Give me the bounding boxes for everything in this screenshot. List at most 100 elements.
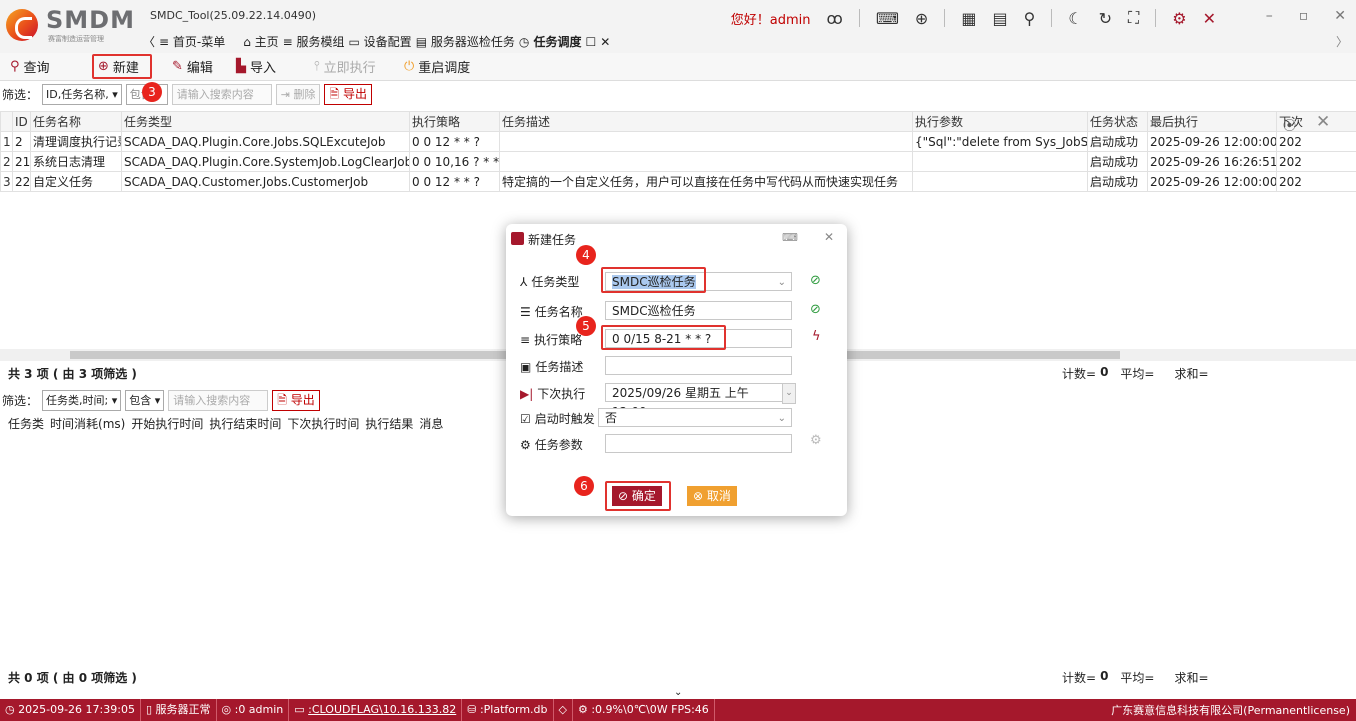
refresh-icon[interactable]: ↻ [1099,9,1112,28]
status-time-value: 2025-09-26 17:39:05 [18,703,135,716]
tab-task-scheduler[interactable]: ◷ 任务调度 [519,33,582,50]
search-input[interactable]: 请输入搜索内容 [168,390,269,411]
cell-last-run: 2025-09-26 12:00:00 [1147,171,1277,192]
close-window-icon[interactable]: ✕ [1334,8,1346,24]
header-result[interactable]: 执行结果 [365,415,413,432]
field-task-name: ☰ 任务名称 [520,303,606,320]
sum-label: 求和= [1174,671,1209,685]
lightning-icon[interactable]: ϟ [812,329,821,344]
dialog-close-icon[interactable]: ✕ [824,230,834,244]
date-dropdown-icon[interactable]: ⌄ [782,383,796,404]
divider [944,9,946,27]
tab-server-inspection[interactable]: ▤ 服务器巡检任务 [416,33,515,50]
expand-chevron-icon[interactable]: ⌄ [674,687,682,698]
delete-filter-button[interactable]: ⇥ 删除 [275,84,321,105]
params-input[interactable] [605,434,792,453]
close-panel-icon[interactable]: ✕ [1316,112,1330,132]
cell-next: 202 [1276,131,1356,152]
cell-task-type: SCADA_DAQ.Plugin.Core.Jobs.SQLExcuteJob [121,131,410,152]
fullscreen-icon[interactable]: ⛶ [1128,8,1139,28]
row-number: 3 [0,171,13,192]
task-name-input[interactable]: SMDC巡检任务 [605,301,792,320]
tab-home[interactable]: ⌂ 主页 [243,33,278,50]
cell-task-name: 系统日志清理 [30,151,122,172]
theme-icon[interactable]: ☾ [1068,9,1082,28]
filter-field-select[interactable]: ID,任务名称, ▾ [42,84,122,105]
params-label: ⚙ 任务参数 [520,436,606,453]
header-last-run[interactable]: 最后执行 [1147,111,1277,132]
task-name-label: ☰ 任务名称 [520,303,606,320]
table-row[interactable]: 1 2 清理调度执行记录 SCADA_DAQ.Plugin.Core.Jobs.… [0,131,1356,152]
restart-label: 重启调度 [418,61,471,76]
header-description[interactable]: 任务描述 [499,111,913,132]
globe-icon[interactable]: ⊕ [915,9,928,28]
next-icon: ▶| [520,386,534,401]
step-badge-4: 4 [576,245,596,265]
tab-back-arrow-icon[interactable]: 〈 [143,33,155,50]
cancel-button[interactable]: ⊗ 取消 [687,486,737,506]
filter-op-select[interactable]: 包含 ▾ [125,390,165,411]
tab-service-modules[interactable]: ≡ 服务模组 [283,33,345,50]
task-type-label-text: 任务类型 [531,275,580,289]
tab-home-menu[interactable]: ≡ 首页-菜单 [159,33,225,50]
trigger-select[interactable]: 否 ⌄ [598,408,792,427]
description-input[interactable] [605,356,792,375]
link-icon[interactable]: ꝏ [827,9,843,28]
tools-icon[interactable]: ✕ [1203,9,1216,28]
search-input[interactable]: 请输入搜索内容 [171,84,272,105]
header-start-time[interactable]: 开始执行时间 [131,415,203,432]
settings-gear-icon[interactable]: ⚙ [810,433,822,448]
keyboard-icon[interactable]: ⌨ [782,231,798,244]
header-id[interactable]: ID [12,111,31,132]
logo-subtitle: 赛富制造运营管理 [48,35,104,43]
calculator-icon[interactable]: ▤ [992,9,1007,28]
maximize-icon[interactable]: ▫ [1299,8,1309,24]
tab-scroll-right-icon[interactable]: 〉 [1336,33,1348,50]
table-row[interactable]: 3 22 自定义任务 SCADA_DAQ.Customer.Jobs.Custo… [0,171,1356,192]
tag-icon[interactable]: ◇ [554,699,573,721]
header-strategy[interactable]: 执行策略 [409,111,500,132]
cell-task-type: SCADA_DAQ.Plugin.Core.SystemJob.LogClear… [121,151,410,172]
tab-restore-icon[interactable]: ☐ [586,35,597,49]
terminal-icon[interactable]: ⌨ [876,9,899,28]
table-row[interactable]: 2 21 系统日志清理 SCADA_DAQ.Plugin.Core.System… [0,151,1356,172]
restart-scheduler-button[interactable]: ⏻ 重启调度 [404,57,470,76]
next-run-label-text: 下次执行 [537,387,586,401]
header-params[interactable]: 执行参数 [912,111,1088,132]
screenshot-icon[interactable]: ⦿ [1283,115,1296,134]
header-status[interactable]: 任务状态 [1087,111,1148,132]
export-button[interactable]: 🗎 导出 [324,84,372,105]
status-user: ◎ :0 admin [217,699,290,721]
header-task-type[interactable]: 任务类型 [121,111,410,132]
edit-button[interactable]: ✎ 编辑 [172,57,213,76]
export-button[interactable]: 🗎 导出 [272,390,320,411]
import-icon: ▙ [236,59,246,74]
tab-device-config[interactable]: ▭ 设备配置 [349,33,412,50]
run-now-button[interactable]: ⫯ 立即执行 [314,57,376,76]
header-duration[interactable]: 时间消耗(ms) [50,415,125,432]
header-task-class[interactable]: 任务类 [8,415,44,432]
header-task-name[interactable]: 任务名称 [30,111,122,132]
status-host[interactable]: ▭ :CLOUDFLAG\10.16.133.82 [289,699,463,721]
main-toolbar: ⚲ 查询 ⊕ 新建 ✎ 编辑 ▙ 导入 ⫯ 立即执行 ⏻ 重启调度 [0,53,1356,81]
import-button[interactable]: ▙ 导入 [236,57,276,76]
cell-task-name: 自定义任务 [30,171,122,192]
header-end-time[interactable]: 执行结束时间 [209,415,281,432]
query-button[interactable]: ⚲ 查询 [10,57,50,76]
list-icon: ☰ [520,304,531,319]
divider [858,9,860,27]
keyboard-icon[interactable]: ▦ [961,9,976,28]
filter-field-value: 任务类,时间; [46,394,109,407]
cell-id: 22 [12,171,31,192]
tab-close-icon[interactable]: ✕ [600,35,610,49]
filter-label: 筛选： [2,394,39,408]
minimize-icon[interactable]: – [1266,8,1273,24]
next-run-datetime[interactable]: 2025/09/26 星期五 上午 12:00 [605,383,783,419]
grid1-summary: 共 3 项 ( 由 3 项筛选 ) [8,367,137,381]
header-message[interactable]: 消息 [419,415,443,432]
header-next-time[interactable]: 下次执行时间 [287,415,359,432]
settings-gear-icon[interactable]: ⚙ [1172,9,1186,28]
org-chart-icon[interactable]: ⚲ [1024,9,1036,28]
cell-task-name: 清理调度执行记录 [30,131,122,152]
filter-field-select[interactable]: 任务类,时间; ▾ [42,390,122,411]
